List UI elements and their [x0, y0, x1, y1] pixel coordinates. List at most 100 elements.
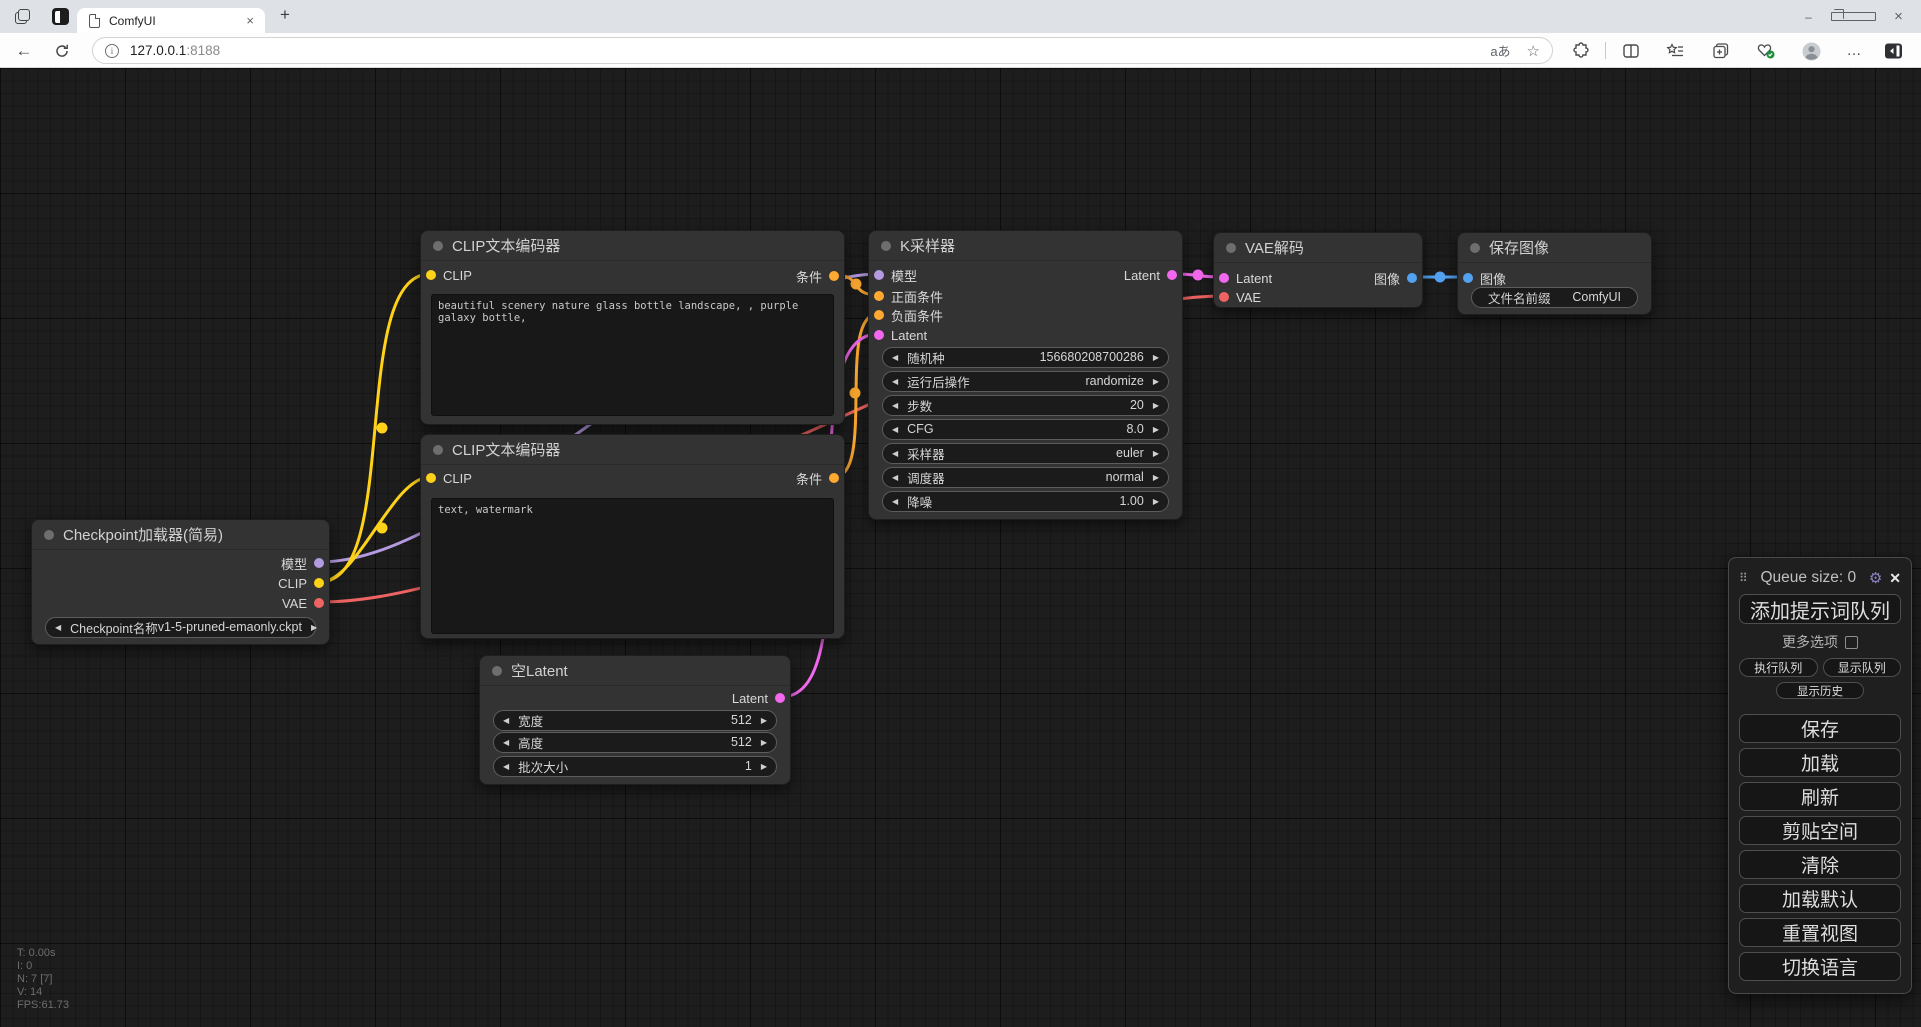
site-info-icon[interactable]: i	[105, 43, 119, 58]
widget-decrement-arrow[interactable]: ◀	[892, 377, 898, 386]
widget-increment-arrow[interactable]: ▶	[761, 762, 767, 771]
profile-avatar[interactable]	[1802, 42, 1821, 61]
input-slot-dot[interactable]	[426, 270, 436, 280]
refresh-button[interactable]	[48, 33, 76, 68]
widget-increment-arrow[interactable]: ▶	[1153, 497, 1159, 506]
address-bar[interactable]: i 127.0.0.1:8188 aあ ☆	[92, 37, 1553, 64]
collapse-dot-icon[interactable]	[881, 240, 891, 251]
output-slot-dot[interactable]	[829, 473, 839, 483]
extra-options-checkbox[interactable]	[1845, 635, 1858, 649]
widget-decrement-arrow[interactable]: ◀	[892, 353, 898, 362]
widget-increment-arrow[interactable]: ▶	[1153, 473, 1159, 482]
node-empty-latent-image[interactable]: 空Latent Latent ◀ 宽度 512 ▶ ◀ 高度 512 ▶ ◀ 批次大小 1 ▶	[479, 655, 791, 785]
tab-actions-icon[interactable]	[52, 8, 69, 25]
clear-button[interactable]: 清除	[1739, 850, 1901, 879]
output-slot-dot[interactable]	[829, 271, 839, 281]
output-slot-dot[interactable]	[1407, 273, 1417, 283]
collapse-dot-icon[interactable]	[433, 444, 443, 455]
widget-increment-arrow[interactable]: ▶	[311, 623, 317, 632]
extensions-icon[interactable]	[1572, 42, 1590, 60]
collapse-dot-icon[interactable]	[1470, 242, 1480, 253]
output-slot-dot[interactable]	[775, 693, 785, 703]
load-default-button[interactable]: 加载默认	[1739, 884, 1901, 913]
restore-button[interactable]	[1831, 8, 1876, 24]
collapse-dot-icon[interactable]	[433, 240, 443, 251]
drag-handle-icon[interactable]: ⠿	[1739, 571, 1748, 585]
tab-close-icon[interactable]: ×	[243, 13, 257, 28]
new-tab-button[interactable]: +	[280, 5, 290, 25]
collapse-dot-icon[interactable]	[44, 529, 54, 540]
widget-increment-arrow[interactable]: ▶	[1153, 377, 1159, 386]
favorites-icon[interactable]	[1666, 42, 1684, 60]
widget-decrement-arrow[interactable]: ◀	[892, 425, 898, 434]
widget-decrement-arrow[interactable]: ◀	[892, 449, 898, 458]
output-slot-dot[interactable]	[1167, 270, 1177, 280]
save-button[interactable]: 保存	[1739, 714, 1901, 743]
node-title-bar[interactable]: Checkpoint加载器(简易)	[32, 520, 329, 550]
node-save-image[interactable]: 保存图像 图像 文件名前缀 ComfyUI	[1457, 232, 1652, 315]
close-button[interactable]: ×	[1876, 8, 1921, 25]
output-slot-dot[interactable]	[314, 598, 324, 608]
split-screen-icon[interactable]	[1622, 42, 1640, 60]
input-slot-dot[interactable]	[874, 310, 884, 320]
widget-decrement-arrow[interactable]: ◀	[503, 716, 509, 725]
widget-ckpt-name[interactable]: ◀ Checkpoint名称 v1-5-pruned-emaonly.ckpt ▶	[45, 616, 317, 638]
node-checkpoint-loader[interactable]: Checkpoint加载器(简易) 模型 CLIP VAE ◀ Checkpoint名称 v…	[31, 519, 330, 645]
refresh-button[interactable]: 刷新	[1739, 782, 1901, 811]
widget-filename-prefix[interactable]: 文件名前缀 ComfyUI	[1471, 286, 1638, 308]
widget-decrement-arrow[interactable]: ◀	[892, 497, 898, 506]
node-ksampler[interactable]: K采样器 模型 正面条件 负面条件 Latent Latent ◀ 随机种 1566802087…	[868, 230, 1183, 520]
graph-canvas[interactable]: Checkpoint加载器(简易) 模型 CLIP VAE ◀ Checkpoint名称 v…	[0, 68, 1921, 1027]
node-clip-text-encode-positive[interactable]: CLIP文本编码器 CLIP 条件 beautiful scenery nature …	[420, 230, 845, 425]
workspaces-icon[interactable]	[15, 8, 32, 25]
widget-increment-arrow[interactable]: ▶	[1153, 401, 1159, 410]
node-title-bar[interactable]: K采样器	[869, 231, 1182, 261]
collapse-dot-icon[interactable]	[1226, 242, 1236, 253]
node-title-bar[interactable]: VAE解码	[1214, 233, 1422, 263]
input-slot-dot[interactable]	[426, 473, 436, 483]
widget-decrement-arrow[interactable]: ◀	[55, 623, 61, 632]
queue-front-button[interactable]: 执行队列	[1739, 658, 1818, 677]
widget-increment-arrow[interactable]: ▶	[1153, 353, 1159, 362]
input-slot-dot[interactable]	[1219, 273, 1229, 283]
view-history-button[interactable]: 显示历史	[1776, 682, 1864, 699]
widget-width[interactable]: ◀ 宽度 512 ▶	[493, 709, 777, 731]
input-slot-dot[interactable]	[874, 330, 884, 340]
clipspace-button[interactable]: 剪贴空间	[1739, 816, 1901, 845]
widget-decrement-arrow[interactable]: ◀	[892, 401, 898, 410]
widget-cfg[interactable]: ◀ CFG 8.0 ▶	[882, 418, 1169, 440]
input-slot-dot[interactable]	[874, 291, 884, 301]
settings-gear-icon[interactable]: ⚙	[1869, 569, 1882, 587]
negative-prompt-textarea[interactable]: text, watermark	[431, 498, 834, 634]
widget-sampler-name[interactable]: ◀ 采样器 euler ▶	[882, 442, 1169, 464]
menu-close-icon[interactable]: ✕	[1889, 570, 1901, 587]
widget-scheduler[interactable]: ◀ 调度器 normal ▶	[882, 466, 1169, 488]
switch-locale-button[interactable]: 切换语言	[1739, 952, 1901, 981]
widget-height[interactable]: ◀ 高度 512 ▶	[493, 731, 777, 753]
output-slot-dot[interactable]	[314, 558, 324, 568]
browser-essentials-icon[interactable]	[1756, 42, 1775, 60]
widget-control-after-generate[interactable]: ◀ 运行后操作 randomize ▶	[882, 370, 1169, 392]
queue-prompt-button[interactable]: 添加提示词队列	[1739, 594, 1901, 624]
view-queue-button[interactable]: 显示队列	[1822, 658, 1901, 677]
settings-menu-icon[interactable]: …	[1840, 33, 1868, 68]
widget-increment-arrow[interactable]: ▶	[1153, 425, 1159, 434]
back-button[interactable]: ←	[10, 33, 38, 68]
node-title-bar[interactable]: 保存图像	[1458, 233, 1651, 263]
widget-increment-arrow[interactable]: ▶	[1153, 449, 1159, 458]
input-slot-dot[interactable]	[874, 270, 884, 280]
widget-increment-arrow[interactable]: ▶	[761, 716, 767, 725]
widget-decrement-arrow[interactable]: ◀	[503, 762, 509, 771]
input-slot-dot[interactable]	[1219, 292, 1229, 302]
translate-icon[interactable]: aあ	[1490, 41, 1510, 60]
sidebar-toggle-icon[interactable]	[1884, 42, 1902, 60]
minimize-button[interactable]: –	[1786, 10, 1831, 24]
collapse-dot-icon[interactable]	[492, 665, 502, 676]
browser-tab[interactable]: ComfyUI ×	[77, 8, 265, 33]
collections-icon[interactable]	[1712, 42, 1730, 60]
positive-prompt-textarea[interactable]: beautiful scenery nature glass bottle la…	[431, 294, 834, 416]
comfy-menu-panel[interactable]: ⠿ Queue size: 0 ⚙ ✕ 添加提示词队列 更多选项 执行队列 显示队…	[1728, 557, 1912, 994]
widget-denoise[interactable]: ◀ 降噪 1.00 ▶	[882, 490, 1169, 512]
load-button[interactable]: 加载	[1739, 748, 1901, 777]
widget-steps[interactable]: ◀ 步数 20 ▶	[882, 394, 1169, 416]
